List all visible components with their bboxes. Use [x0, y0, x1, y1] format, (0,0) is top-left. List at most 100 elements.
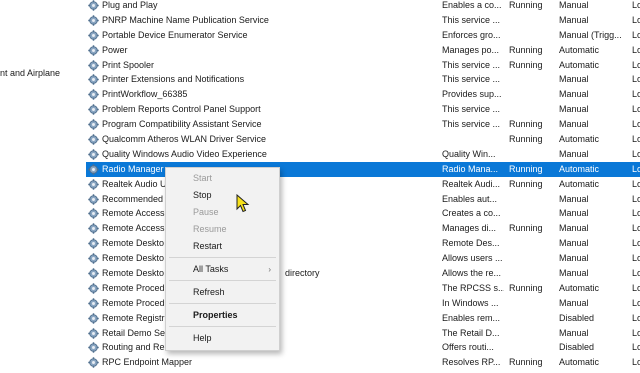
service-name: RPC Endpoint Mapper	[102, 357, 193, 368]
service-startup-type: Manual	[559, 268, 589, 279]
service-startup-type: Manual	[559, 14, 589, 25]
service-log-on-as: Lo	[632, 163, 640, 174]
menu-item-all-tasks[interactable]: All Tasks ›	[166, 261, 279, 278]
menu-separator	[169, 303, 276, 304]
service-startup-type: Automatic	[559, 163, 600, 174]
service-description: This service ...	[442, 14, 501, 25]
menu-separator	[169, 280, 276, 281]
gear-icon	[88, 253, 99, 264]
service-row[interactable]: Qualcomm Atheros WLAN Driver Service Runn…	[86, 132, 640, 147]
service-row[interactable]: PNRP Machine Name Publication Service Thi…	[86, 13, 640, 28]
menu-item-resume[interactable]: Resume	[166, 221, 279, 238]
service-startup-type: Manual (Trigg...	[559, 29, 622, 40]
service-description: Allows the re...	[442, 268, 502, 279]
service-row[interactable]: PrintWorkflow_66385 Provides sup... Manual…	[86, 87, 640, 102]
service-description: Allows users ...	[442, 253, 503, 264]
service-status: Running	[509, 44, 543, 55]
service-description: The RPCSS s...	[442, 282, 504, 293]
service-startup-type: Manual	[559, 0, 589, 10]
service-description: Offers routi...	[442, 342, 494, 353]
service-startup-type: Manual	[559, 253, 589, 264]
menu-item-pause[interactable]: Pause	[166, 204, 279, 221]
service-row[interactable]: Plug and Play Enables a co... Running Manua…	[86, 0, 640, 13]
mouse-pointer-icon	[236, 194, 250, 213]
service-description: Creates a co...	[442, 208, 501, 219]
menu-separator	[169, 326, 276, 327]
service-startup-type: Manual	[559, 74, 589, 85]
service-name: Program Compatibility Assistant Service	[102, 119, 262, 130]
service-name: PrintWorkflow_66385	[102, 89, 188, 100]
service-log-on-as: Lo	[632, 282, 640, 293]
service-log-on-as: Lo	[632, 0, 640, 10]
menu-item-restart[interactable]: Restart	[166, 238, 279, 255]
service-row[interactable]: Printer Extensions and Notifications This…	[86, 72, 640, 87]
service-row[interactable]: Portable Device Enumerator Service Enforc…	[86, 28, 640, 43]
service-log-on-as: Lo	[632, 208, 640, 219]
service-name: Power	[102, 44, 128, 55]
service-log-on-as: Lo	[632, 14, 640, 25]
service-description: This service ...	[442, 119, 501, 130]
service-description: Enables aut...	[442, 193, 498, 204]
service-status: Running	[509, 59, 543, 70]
gear-icon	[88, 30, 99, 41]
service-description: This service ...	[442, 74, 501, 85]
service-startup-type: Automatic	[559, 178, 600, 189]
gear-icon	[88, 342, 99, 354]
chevron-right-icon: ›	[268, 265, 271, 274]
service-name: Quality Windows Audio Video Experience	[102, 148, 267, 159]
gear-icon	[88, 298, 99, 309]
service-startup-type: Automatic	[559, 282, 600, 293]
service-log-on-as: Lo	[632, 342, 640, 353]
service-status: Running	[509, 134, 543, 145]
service-row[interactable]: Problem Reports Control Panel Support Thi…	[86, 102, 640, 117]
service-description: Remote Des...	[442, 238, 500, 249]
gear-icon	[88, 134, 99, 145]
service-row[interactable]: Program Compatibility Assistant Service T…	[86, 117, 640, 132]
service-startup-type: Automatic	[559, 44, 600, 55]
gear-icon	[88, 119, 99, 130]
service-name: Plug and Play	[102, 0, 158, 10]
service-description: This service ...	[442, 104, 501, 115]
service-name: Qualcomm Atheros WLAN Driver Service	[102, 134, 267, 145]
gear-icon	[88, 238, 99, 249]
service-row[interactable]: Quality Windows Audio Video Experience Qu…	[86, 147, 640, 162]
service-startup-type: Disabled	[559, 312, 595, 323]
service-status: Running	[509, 282, 543, 293]
gear-icon	[88, 59, 99, 71]
gear-icon	[88, 149, 99, 160]
service-startup-type: Manual	[559, 223, 589, 234]
service-description: Enables a co...	[442, 0, 502, 10]
menu-item-refresh[interactable]: Refresh	[166, 284, 279, 301]
menu-separator	[169, 257, 276, 258]
gear-icon	[88, 44, 99, 56]
service-startup-type: Automatic	[559, 357, 600, 368]
service-name: Printer Extensions and Notifications	[102, 74, 245, 85]
service-description: Realtek Audi...	[442, 178, 501, 189]
menu-item-properties[interactable]: Properties	[166, 307, 279, 324]
gear-icon	[88, 89, 99, 101]
menu-item-help[interactable]: Help	[166, 330, 279, 347]
service-description: Enforces gro...	[442, 29, 501, 40]
service-log-on-as: Lo	[632, 223, 640, 234]
service-log-on-as: Lo	[632, 238, 640, 249]
service-startup-type: Manual	[559, 297, 589, 308]
service-log-on-as: Lo	[632, 312, 640, 323]
service-description: Radio Mana...	[442, 163, 499, 174]
service-log-on-as: Lo	[632, 44, 640, 55]
service-startup-type: Manual	[559, 193, 589, 204]
service-log-on-as: Lo	[632, 119, 640, 130]
service-status: Running	[509, 163, 543, 174]
service-log-on-as: Lo	[632, 134, 640, 145]
gear-icon	[88, 312, 99, 324]
menu-item-stop[interactable]: Stop	[166, 187, 279, 204]
service-row[interactable]: RPC Endpoint Mapper Resolves RP... Running…	[86, 355, 640, 370]
gear-icon	[88, 283, 99, 294]
service-row[interactable]: Power Manages po... Running Automatic Lo	[86, 43, 640, 58]
service-description: This service ...	[442, 59, 501, 70]
service-log-on-as: Lo	[632, 178, 640, 189]
service-row[interactable]: Print Spooler This service ... Running Auto…	[86, 58, 640, 73]
service-description: Manages di...	[442, 223, 497, 234]
service-log-on-as: Lo	[632, 148, 640, 159]
gear-icon	[88, 178, 99, 190]
menu-item-start[interactable]: Start	[166, 170, 279, 187]
